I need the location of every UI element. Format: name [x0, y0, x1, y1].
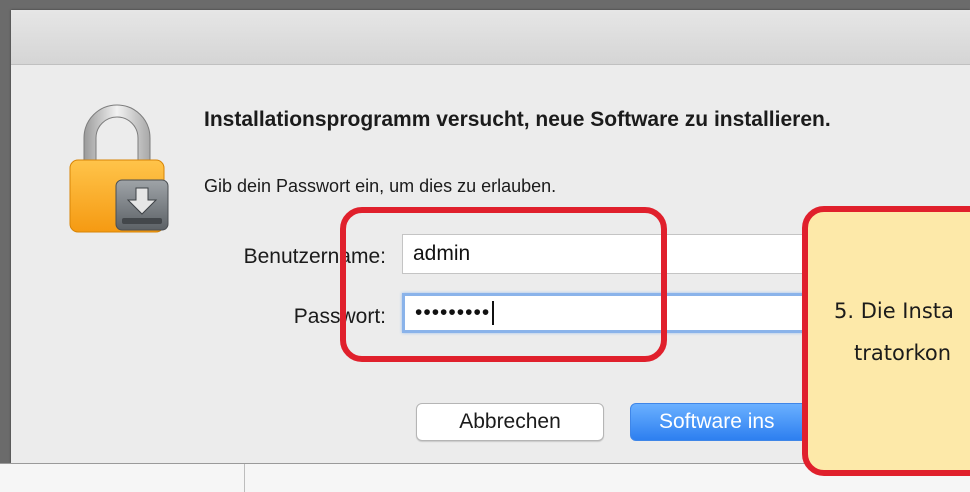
dialog-subtext: Gib dein Passwort ein, um dies zu erlaub…	[204, 176, 557, 196]
callout-text-line-1: 5. Die Insta	[834, 299, 954, 323]
highlight-frame	[340, 207, 667, 362]
title-bar	[11, 10, 970, 65]
annotation-callout: 5. Die Insta tratorkon	[802, 206, 970, 476]
dialog-heading: Installationsprogramm versucht, neue Sof…	[204, 108, 831, 131]
lock-icon	[69, 104, 169, 233]
cancel-button[interactable]: Abbrechen	[416, 403, 604, 441]
callout-text-line-2: tratorkon	[854, 341, 952, 365]
